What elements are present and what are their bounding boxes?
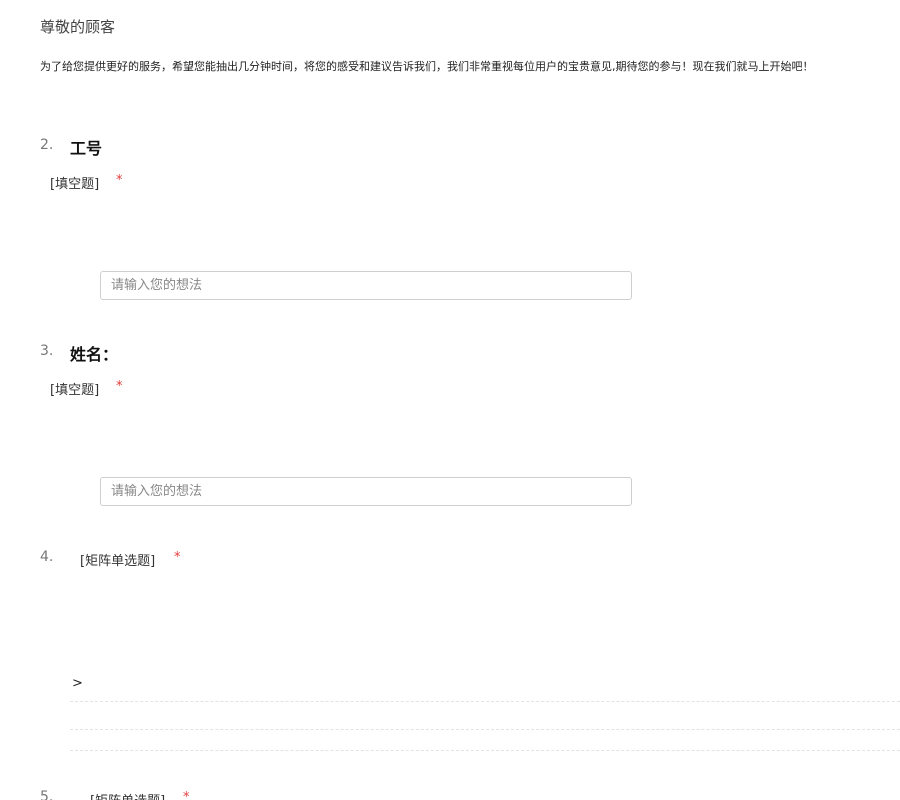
question-4-number: 4. xyxy=(40,549,54,565)
matrix-row-divider xyxy=(70,729,900,730)
question-5-number: 5. xyxy=(40,789,54,800)
question-2-type: [填空题] xyxy=(50,177,100,192)
question-4-type: [矩阵单选题] xyxy=(80,554,156,569)
question-5-type: [矩阵单选题] xyxy=(90,790,165,800)
employee-id-input[interactable] xyxy=(100,271,632,300)
question-2-required-mark: * xyxy=(116,173,123,188)
name-input[interactable] xyxy=(100,477,632,506)
question-5-required-mark: * xyxy=(183,790,190,800)
question-3-required-mark: * xyxy=(116,379,123,394)
question-2-number: 2. xyxy=(40,137,54,153)
matrix-row-divider xyxy=(70,750,900,751)
question-3-title: 姓名： xyxy=(70,345,119,364)
question-3-type: [填空题] xyxy=(50,383,100,398)
question-3-number: 3. xyxy=(40,343,54,359)
matrix-row-divider xyxy=(70,701,900,702)
survey-greeting: 尊敬的顾客 xyxy=(40,18,116,36)
question-4-required-mark: * xyxy=(174,550,181,565)
survey-intro: 为了给您提供更好的服务，希望您能抽出几分钟时间，将您的感受和建议告诉我们，我们非… xyxy=(40,60,814,73)
survey-page: 尊敬的顾客 为了给您提供更好的服务，希望您能抽出几分钟时间，将您的感受和建议告诉… xyxy=(0,0,900,800)
question-2-title: 工号 xyxy=(70,139,103,158)
matrix-row-marker: > xyxy=(72,676,83,691)
